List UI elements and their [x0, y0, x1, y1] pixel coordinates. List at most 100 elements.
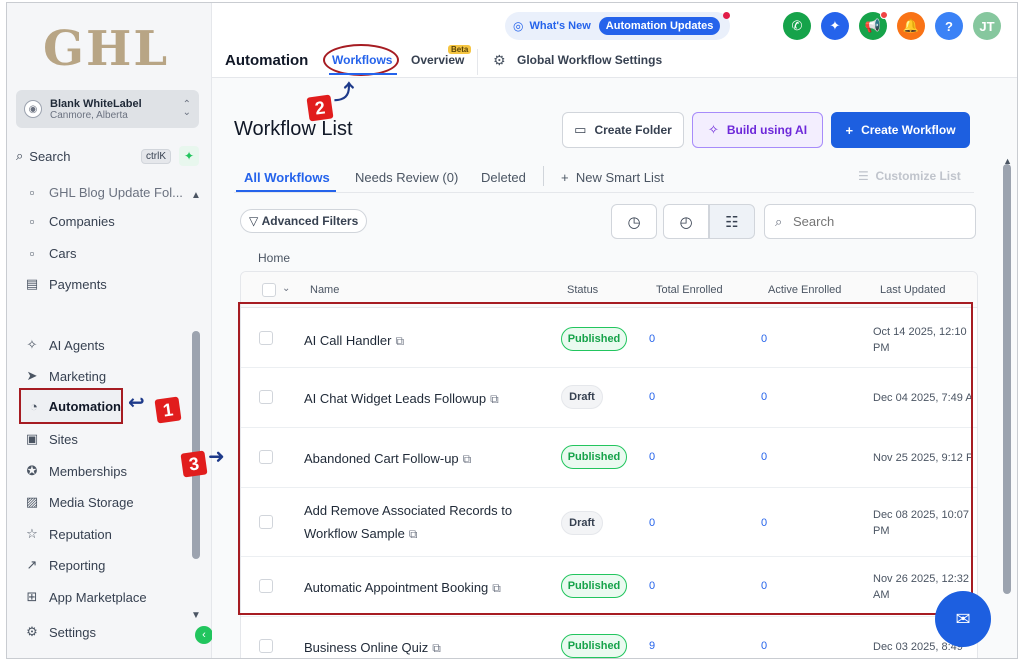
tab-all-workflows[interactable]: All Workflows [244, 170, 330, 185]
collapse-sidebar-chevron-icon[interactable]: ‹ [195, 626, 213, 644]
beta-badge: Beta [448, 45, 472, 54]
sidebar-item-automation[interactable]: ◔ Automation [19, 388, 123, 424]
customize-list-button[interactable]: ☰ Customize List [858, 169, 961, 183]
search-icon: ⌕ [16, 148, 24, 163]
tab-global-workflow-settings[interactable]: Global Workflow Settings [517, 53, 662, 67]
sidebar-item-companies[interactable]: ▫ Companies [17, 207, 197, 235]
account-switcher[interactable]: ◉ Blank WhiteLabel Canmore, Alberta ⌃ ⌄ [16, 90, 199, 128]
sidebar-item-payments[interactable]: ▤ Payments [17, 270, 197, 298]
automation-icon: ◔ [29, 398, 38, 414]
sidebar-item-label: AI Agents [49, 337, 105, 353]
tab-overview[interactable]: Overview [411, 53, 464, 67]
sidebar-item-cars[interactable]: ▫ Cars [17, 239, 197, 267]
active-enrolled[interactable]: 0 [761, 640, 767, 652]
whats-new-banner[interactable]: ◎ What's New Automation Updates [505, 12, 730, 40]
filter-icon: ▽ [249, 214, 259, 228]
search-input[interactable] [793, 205, 973, 238]
sidebar-item-settings[interactable]: ⚙ Settings [17, 618, 197, 646]
bell-icon[interactable]: 🔔 [897, 12, 925, 40]
sidebar-item-media-storage[interactable]: ▨ Media Storage [17, 488, 197, 516]
page-title: Workflow List [234, 118, 353, 140]
tab-divider [477, 49, 478, 75]
sidebar-item-label: Payments [49, 276, 107, 292]
tab-needs-review[interactable]: Needs Review (0) [355, 170, 458, 185]
create-folder-label: Create Folder [594, 123, 672, 137]
new-smart-list-label: New Smart List [575, 170, 664, 185]
sidebar-item-app-marketplace[interactable]: ⊞ App Marketplace [17, 583, 197, 611]
column-active-enrolled[interactable]: Active Enrolled [768, 284, 841, 296]
subtab-divider [543, 166, 544, 186]
customize-list-label: Customize List [875, 169, 961, 183]
tab-workflows[interactable]: Workflows [332, 53, 392, 67]
table-row[interactable]: Business Online Quiz ⧉ Published 9 0 Dec … [241, 617, 977, 658]
column-name[interactable]: Name [310, 284, 339, 296]
select-all-checkbox[interactable] [262, 283, 276, 297]
row-checkbox[interactable] [259, 639, 273, 653]
search-shortcut: ctrlK [141, 148, 171, 164]
new-smart-list-button[interactable]: + New Smart List [561, 170, 664, 185]
sidebar-item-marketing[interactable]: ➤ Marketing [17, 362, 197, 390]
sidebar-search[interactable]: ⌕ Search ctrlK ✦ [16, 145, 199, 167]
build-using-ai-button[interactable]: ✧ Build using AI [692, 112, 823, 148]
column-status[interactable]: Status [567, 284, 598, 296]
advanced-filters-button[interactable]: ▽ Advanced Filters [240, 209, 368, 233]
sidebar-item-ai-agents[interactable]: ✧ AI Agents [17, 331, 197, 359]
sidebar-item-label: Media Storage [49, 494, 134, 510]
annotation-arrow-icon: ↩ [128, 392, 145, 414]
star-icon: ☆ [26, 526, 38, 541]
sidebar-item-blog-folder[interactable]: ▫ GHL Blog Update Fol... [17, 178, 197, 206]
create-workflow-label: Create Workflow [861, 123, 956, 137]
breadcrumb[interactable]: Home [258, 251, 290, 265]
clock-icon[interactable]: ◴ [663, 204, 709, 239]
workflow-search[interactable]: ⌕ [764, 204, 976, 239]
annotation-step-1: 1 [154, 396, 182, 424]
sidebar-scrollbar[interactable] [192, 331, 200, 559]
chat-icon[interactable]: ✉ [935, 591, 991, 647]
notification-dot [880, 11, 888, 19]
create-folder-button[interactable]: ▭ Create Folder [562, 112, 684, 148]
total-enrolled[interactable]: 9 [649, 640, 655, 652]
user-avatar[interactable]: JT [973, 12, 1001, 40]
history-icon[interactable]: ◷ [611, 204, 657, 239]
header-actions: ✆ ✦ 📢 🔔 ? JT [783, 11, 1001, 40]
sidebar-item-reporting[interactable]: ↗ Reporting [17, 551, 197, 579]
ai-sparkle-icon[interactable]: ✦ [821, 12, 849, 40]
sidebar-item-label: GHL Blog Update Fol... [49, 184, 183, 200]
sidebar-item-label: Reporting [49, 557, 106, 573]
megaphone-icon[interactable]: 📢 [859, 11, 888, 40]
sidebar-item-label: Sites [49, 431, 78, 447]
workflow-name-cell[interactable]: Business Online Quiz ⧉ [304, 636, 441, 658]
building-icon: ▫ [29, 213, 35, 229]
image-icon: ▨ [25, 494, 39, 509]
magic-wand-icon: ✧ [707, 122, 719, 137]
whats-new-icon: ◎ [513, 19, 524, 33]
sidebar-item-memberships[interactable]: ✪ Memberships [17, 457, 197, 485]
scroll-down-arrow-icon[interactable]: ▼ [191, 610, 201, 621]
sites-icon: ▣ [25, 431, 39, 446]
column-last-updated[interactable]: Last Updated [880, 284, 945, 296]
annotation-arrow-icon: ➜ [208, 446, 225, 468]
sidebar-item-label: Settings [49, 624, 96, 640]
automation-updates-pill[interactable]: Automation Updates [598, 17, 721, 35]
list-view-icon[interactable]: ☷ [709, 204, 755, 239]
sidebar-item-sites[interactable]: ▣ Sites [17, 425, 197, 453]
send-icon: ➤ [26, 368, 38, 383]
top-header: ◎ What's New Automation Updates ✆ ✦ 📢 🔔 … [212, 3, 1017, 78]
create-workflow-button[interactable]: + Create Workflow [831, 112, 970, 148]
notification-dot [723, 12, 730, 19]
plus-icon: + [845, 122, 854, 138]
sparkle-icon: ✧ [26, 337, 38, 352]
chevron-updown-icon: ⌃ ⌄ [182, 99, 191, 118]
column-total-enrolled[interactable]: Total Enrolled [656, 284, 723, 296]
sidebar-item-reputation[interactable]: ☆ Reputation [17, 520, 197, 548]
active-tab-indicator [329, 73, 397, 75]
badge-icon: ✪ [26, 463, 38, 478]
page-scrollbar[interactable] [1003, 164, 1011, 594]
quick-action-bolt-icon[interactable]: ✦ [179, 146, 199, 166]
chevron-down-icon[interactable]: ⌄ [282, 283, 290, 294]
external-link-icon[interactable]: ⧉ [432, 641, 441, 655]
scroll-up-arrow-icon[interactable]: ▲ [1003, 156, 1012, 166]
help-icon[interactable]: ? [935, 12, 963, 40]
phone-icon[interactable]: ✆ [783, 12, 811, 40]
tab-deleted[interactable]: Deleted [481, 170, 526, 185]
